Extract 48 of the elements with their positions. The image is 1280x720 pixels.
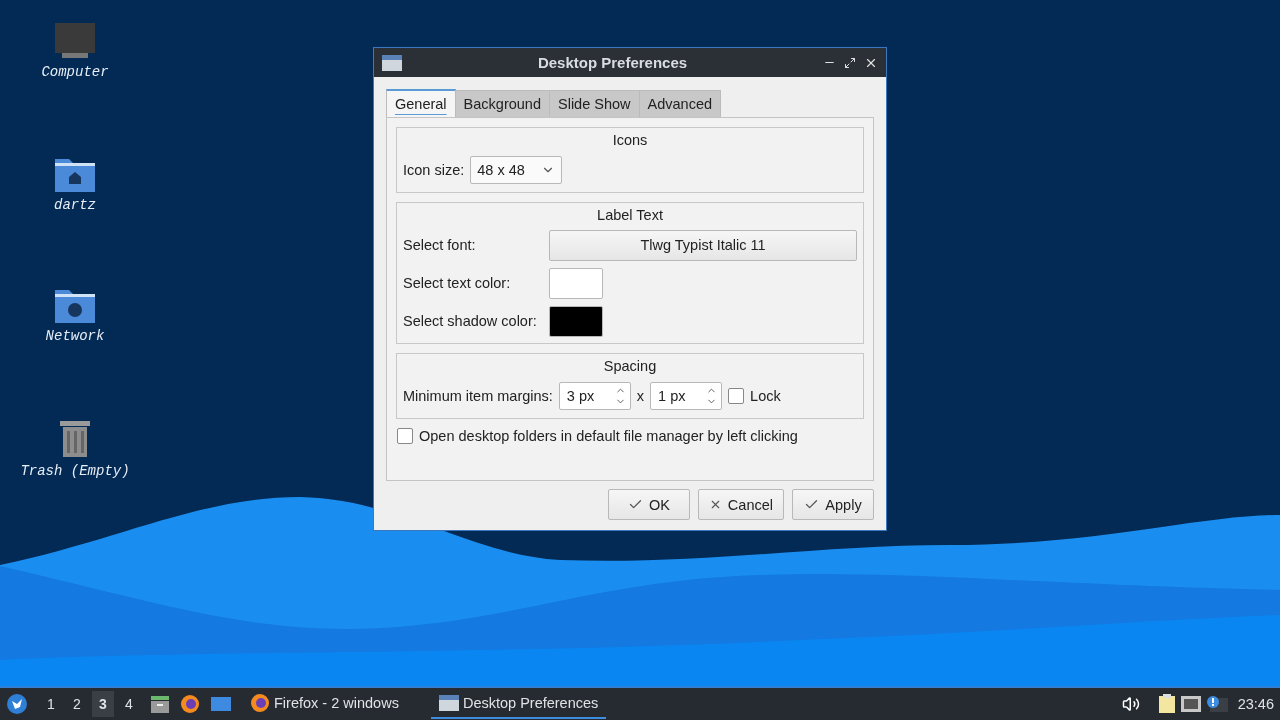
- group-title: Spacing: [602, 358, 658, 374]
- clipboard-icon[interactable]: [1157, 694, 1176, 714]
- group-title: Label Text: [596, 207, 664, 223]
- desktop-icon-label[interactable]: Computer: [41, 64, 109, 80]
- workspace-button[interactable]: 4: [118, 691, 140, 717]
- field-label: Select font:: [403, 237, 477, 253]
- window-icon: [382, 54, 402, 71]
- field-label: Select text color:: [403, 275, 512, 291]
- field-label: Icon size:: [403, 162, 465, 178]
- spin-box[interactable]: 3 px: [558, 382, 631, 410]
- desktop-icon-label[interactable]: dartz: [54, 197, 96, 213]
- spin-box[interactable]: 1 px: [650, 382, 723, 410]
- color-swatch[interactable]: [549, 267, 603, 299]
- monitor-icon: [54, 22, 96, 60]
- task-button[interactable]: Desktop Preferences: [430, 689, 607, 719]
- maximize-icon[interactable]: [844, 56, 856, 69]
- tab[interactable]: Background: [454, 90, 550, 117]
- file-cabinet-icon[interactable]: [150, 694, 170, 714]
- dialog-button[interactable]: Cancel: [697, 489, 784, 520]
- window-title: Desktop Preferences: [536, 54, 689, 71]
- task-button[interactable]: Firefox - 2 windows: [242, 689, 407, 719]
- field-label: Select shadow color:: [403, 313, 538, 329]
- group-title: Icons: [611, 132, 649, 148]
- window-icon[interactable]: [210, 695, 232, 713]
- clock: 23:46: [1237, 696, 1274, 712]
- desktop-icon-label[interactable]: Trash (Empty): [20, 463, 130, 479]
- volume-icon[interactable]: [1121, 695, 1140, 713]
- tab[interactable]: Advanced: [638, 90, 722, 117]
- dialog-button[interactable]: OK: [607, 489, 690, 520]
- color-swatch[interactable]: [549, 305, 603, 337]
- tab[interactable]: General: [386, 89, 456, 117]
- checkbox-label: Open desktop folders in default file manager by left clicking: [419, 428, 798, 444]
- window-icon: [438, 695, 459, 711]
- checkbox[interactable]: [728, 388, 745, 404]
- dialog-button[interactable]: Apply: [792, 489, 874, 520]
- checkbox[interactable]: [397, 428, 413, 444]
- workspace-button[interactable]: 3: [92, 691, 114, 717]
- workspace-button[interactable]: 2: [66, 691, 88, 717]
- font-button[interactable]: Tlwg Typist Italic 11: [549, 229, 857, 261]
- tab[interactable]: Slide Show: [549, 90, 640, 117]
- checkbox-label: Lock: [750, 388, 781, 404]
- icon-size-dropdown[interactable]: 48 x 48: [470, 156, 563, 184]
- field-label: Minimum item margins:: [403, 388, 553, 404]
- desktop-icon-label[interactable]: Network: [45, 328, 105, 344]
- notification-icon[interactable]: [1205, 695, 1228, 713]
- start-menu-icon[interactable]: [6, 693, 28, 715]
- workspace-button[interactable]: 1: [40, 691, 62, 717]
- separator-label: x: [636, 388, 645, 404]
